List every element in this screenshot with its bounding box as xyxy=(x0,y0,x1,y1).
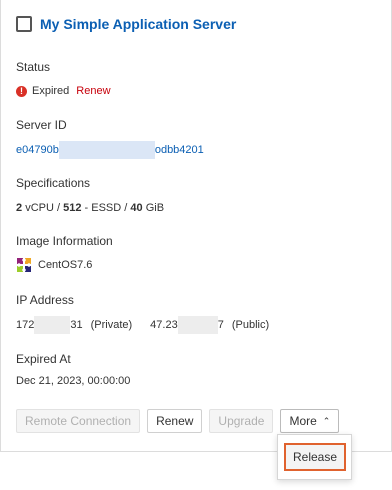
centos-icon xyxy=(16,257,32,273)
private-ip-suffix: 31 xyxy=(70,319,83,331)
server-id-suffix[interactable]: odbb4201 xyxy=(155,144,204,156)
expired-at-section: Expired At Dec 21, 2023, 00:00:00 xyxy=(16,352,130,387)
card-header: My Simple Application Server xyxy=(16,16,236,32)
renew-link[interactable]: Renew xyxy=(76,85,110,97)
cpu-unit: vCPU xyxy=(25,202,54,214)
server-card: My Simple Application Server Status ! Ex… xyxy=(0,0,392,452)
upgrade-button[interactable]: Upgrade xyxy=(209,409,274,433)
memory-value: 512 xyxy=(63,202,82,214)
renew-button[interactable]: Renew xyxy=(147,409,203,433)
private-ip-redaction xyxy=(34,316,71,334)
public-ip-prefix: 47.23 xyxy=(150,319,178,331)
public-ip-suffix: 7 xyxy=(217,319,224,331)
chevron-up-icon: ⌃ xyxy=(322,415,331,426)
server-id-value: e04790b odbb4201 xyxy=(16,141,204,159)
status-value: ! Expired Renew xyxy=(16,85,111,97)
more-button[interactable]: More ⌃ xyxy=(280,409,340,433)
release-menu-item[interactable]: Release xyxy=(284,443,346,471)
status-label: Status xyxy=(16,60,51,74)
cpu-count: 2 xyxy=(16,202,23,214)
disk-unit: GiB xyxy=(145,202,165,214)
ip-value: 172 31 (Private) 47.23 7 (Public) xyxy=(16,316,269,334)
image-name: CentOS7.6 xyxy=(38,259,93,271)
server-title[interactable]: My Simple Application Server xyxy=(40,16,236,32)
status-text: Expired xyxy=(32,85,70,97)
specifications-label: Specifications xyxy=(16,176,91,190)
select-checkbox[interactable] xyxy=(16,16,32,32)
ip-label: IP Address xyxy=(16,293,74,307)
action-bar: Remote Connection Renew Upgrade More ⌃ xyxy=(16,409,346,433)
specifications-section: Specifications 2 vCPU / 512 - ESSD / 40 … xyxy=(16,176,164,214)
status-section: Status ! Expired Renew xyxy=(16,60,111,97)
ip-section: IP Address 172 31 (Private) 47.23 7 (Pub… xyxy=(16,293,269,334)
private-ip-tag: (Private) xyxy=(90,319,133,331)
server-id-section: Server ID e04790b odbb4201 xyxy=(16,118,204,159)
expired-alert-icon: ! xyxy=(16,85,27,97)
more-dropdown-menu: Release xyxy=(277,434,352,480)
image-section: Image Information CentOS7.6 xyxy=(16,234,113,273)
public-ip-tag: (Public) xyxy=(231,319,270,331)
image-label: Image Information xyxy=(16,234,113,248)
spec-separator-1: / xyxy=(56,202,61,214)
spec-separator-2: - ESSD / xyxy=(84,202,128,214)
image-value: CentOS7.6 xyxy=(16,257,113,273)
remote-connection-button[interactable]: Remote Connection xyxy=(16,409,141,433)
specifications-value: 2 vCPU / 512 - ESSD / 40 GiB xyxy=(16,202,164,214)
server-id-redaction xyxy=(58,141,155,159)
public-ip-redaction xyxy=(177,316,218,334)
expired-at-label: Expired At xyxy=(16,352,71,366)
more-label: More xyxy=(289,414,317,428)
disk-value: 40 xyxy=(130,202,143,214)
expired-at-value: Dec 21, 2023, 00:00:00 xyxy=(16,375,131,387)
private-ip-prefix: 172 xyxy=(16,319,35,331)
server-id-prefix[interactable]: e04790b xyxy=(16,144,59,156)
server-id-label: Server ID xyxy=(16,118,67,132)
